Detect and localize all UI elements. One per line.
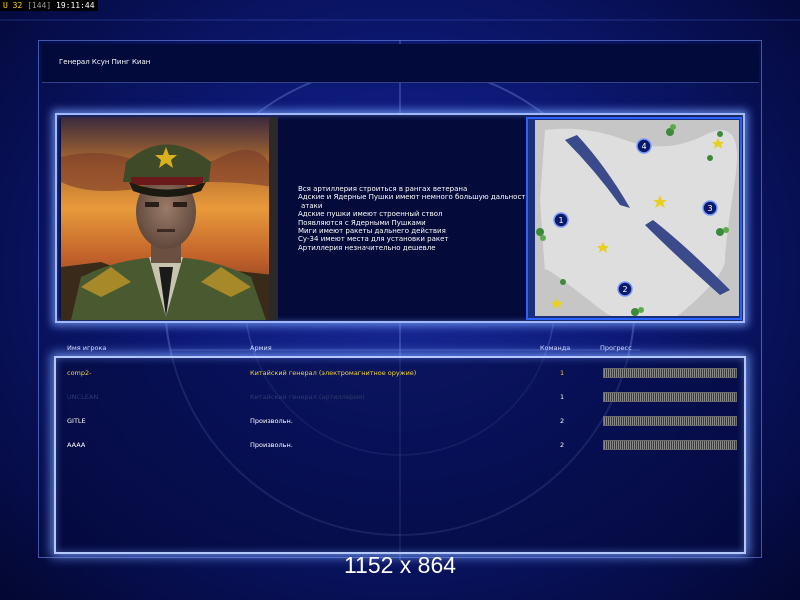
column-army: Армия bbox=[250, 344, 272, 352]
start-position-4: 4 bbox=[641, 142, 646, 151]
general-portrait bbox=[61, 117, 273, 320]
progress-fill bbox=[604, 393, 736, 401]
column-progress: Прогресс bbox=[600, 344, 632, 352]
progress-fill bbox=[604, 417, 736, 425]
player-row: comp2- Китайский генерал (электромагнитн… bbox=[0, 366, 800, 380]
player-army: Китайский генерал (артиллерия) bbox=[250, 393, 365, 401]
progress-bar bbox=[603, 392, 737, 402]
player-team: 2 bbox=[560, 417, 565, 425]
player-team: 2 bbox=[560, 441, 565, 449]
progress-fill bbox=[604, 441, 736, 449]
player-row: UNCLEAN Китайский генерал (артиллерия) 1 bbox=[0, 390, 800, 404]
players-panel bbox=[54, 356, 746, 554]
start-position-2: 2 bbox=[622, 285, 627, 294]
description-line: Вся артиллерия строиться в рангах ветера… bbox=[298, 185, 468, 193]
description-line: Адские и Ядерные Пушки имеют немного бол… bbox=[298, 193, 530, 202]
general-title: Генерал Ксун Пинг Киан bbox=[59, 58, 151, 66]
player-army: Произвольн. bbox=[250, 441, 293, 449]
player-name: GITLE bbox=[67, 417, 86, 425]
description-line: Адские пушки имеют строенный ствол bbox=[298, 210, 443, 219]
player-army: Произвольн. bbox=[250, 417, 293, 425]
fps-counter: U 32 bbox=[3, 1, 23, 10]
player-name: comp2- bbox=[67, 369, 92, 377]
progress-bar bbox=[603, 440, 737, 450]
start-position-3: 3 bbox=[707, 204, 712, 213]
player-name: AAAA bbox=[67, 441, 86, 449]
column-player-name: Имя игрока bbox=[67, 344, 107, 352]
description-line: Су-34 имеют места для установки ракет bbox=[298, 235, 449, 244]
debug-hud: U 32 [144] 19:11:44 bbox=[0, 0, 98, 11]
start-position-1: 1 bbox=[558, 216, 563, 225]
resolution-label: 1152 x 864 bbox=[343, 552, 457, 578]
player-team: 1 bbox=[560, 369, 565, 377]
description-line: Миги имеют ракеты дальнего действия bbox=[298, 227, 446, 236]
column-team: Команда bbox=[540, 344, 571, 352]
player-army: Китайский генерал (электромагнитное оруж… bbox=[250, 369, 417, 377]
player-row: GITLE Произвольн. 2 bbox=[0, 414, 800, 428]
frame-counter: [144] bbox=[27, 1, 52, 10]
progress-fill bbox=[604, 369, 736, 377]
description-line: Артиллерия незначительно дешевле bbox=[298, 243, 436, 252]
player-team: 1 bbox=[560, 393, 565, 401]
progress-bar bbox=[603, 416, 737, 426]
clock: 19:11:44 bbox=[56, 1, 95, 10]
player-name: UNCLEAN bbox=[67, 393, 99, 401]
minimap: 1 2 3 4 bbox=[535, 120, 739, 316]
general-description: Вся артиллерия строиться в рангах ветера… bbox=[298, 185, 530, 252]
player-row: AAAA Произвольн. 2 bbox=[0, 438, 800, 452]
description-line: Появляются с Ядерными Пушками bbox=[298, 218, 426, 227]
portrait-scrollbar[interactable] bbox=[269, 117, 278, 320]
description-line: атаки bbox=[301, 201, 323, 210]
progress-bar bbox=[603, 368, 737, 378]
